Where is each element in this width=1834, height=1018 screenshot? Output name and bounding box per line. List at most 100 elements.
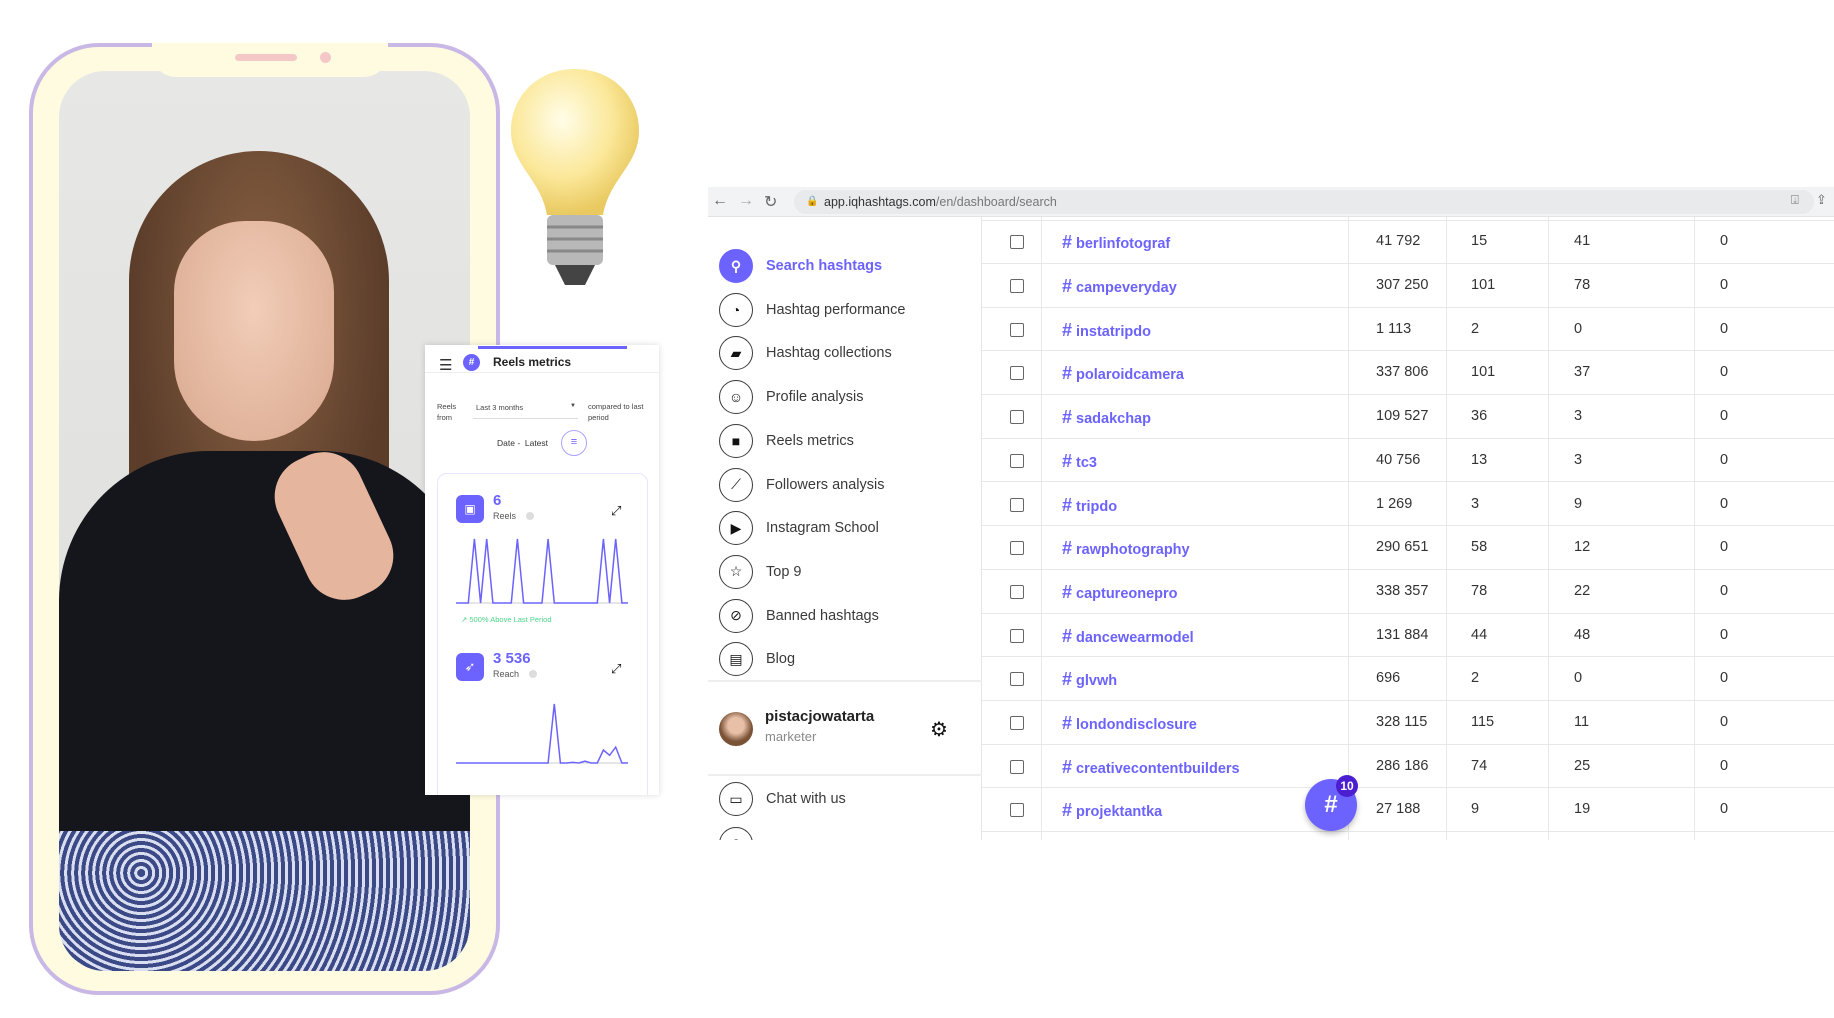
info-icon[interactable]: [529, 670, 537, 678]
table-cell: 0: [1574, 670, 1583, 687]
hashtag-link[interactable]: # dancewearmodel: [1062, 626, 1194, 647]
sidebar-item-top-9[interactable]: ☆ Top 9: [719, 554, 801, 589]
chat-with-us-button[interactable]: ▭ Chat with us: [719, 782, 846, 816]
sidebar-item-blog[interactable]: ▤ Blog: [719, 642, 795, 677]
reels-from-label: Reels from: [437, 402, 457, 422]
hashtag-name: sadakchap: [1076, 411, 1151, 428]
sidebar-item-reels-metrics[interactable]: ■ Reels metrics: [719, 423, 854, 458]
hashtag-icon: #: [1062, 276, 1073, 296]
table-cell: 696: [1376, 670, 1401, 687]
sidebar-item-label: Profile analysis: [766, 389, 864, 406]
progress-bar: [478, 346, 627, 349]
hashtag-icon: #: [1062, 713, 1073, 733]
hashtag-link[interactable]: # sadakchap: [1062, 407, 1151, 428]
table-row: # campeveryday 307 250 101 78 0: [982, 264, 1834, 308]
table-cell: 338 357: [1376, 582, 1429, 599]
row-checkbox[interactable]: [1010, 716, 1024, 730]
hashtag-name: londondisclosure: [1076, 717, 1197, 733]
help-item[interactable]: ?: [719, 827, 753, 840]
hashtag-link[interactable]: # captureonepro: [1062, 582, 1178, 603]
info-icon[interactable]: [526, 512, 534, 520]
table-cell: 15: [1471, 233, 1488, 250]
expand-icon[interactable]: ⤢: [611, 661, 621, 677]
hashtag-name: creativecontentbuilders: [1076, 760, 1240, 777]
reload-icon[interactable]: ↻: [764, 192, 777, 212]
table-cell: 78: [1574, 277, 1591, 293]
hashtag-link[interactable]: # tripdo: [1062, 495, 1117, 516]
user-role: marketer: [765, 729, 817, 744]
table-cell: 0: [1720, 320, 1729, 337]
sort-label: Date - Latest: [497, 438, 549, 448]
hashtag-name: glvwh: [1076, 673, 1118, 690]
table-row: # rawphotography 290 651 58 12 0: [982, 526, 1834, 570]
gear-icon[interactable]: ⚙: [930, 717, 948, 742]
chat-label: Chat with us: [766, 791, 846, 807]
row-checkbox[interactable]: [1010, 541, 1024, 556]
hashtag-link[interactable]: # londondisclosure: [1062, 713, 1197, 734]
table-cell: 3: [1471, 495, 1480, 512]
forward-arrow-icon[interactable]: →: [738, 192, 754, 210]
star-icon: ☆: [719, 554, 753, 589]
row-checkbox[interactable]: [1010, 322, 1024, 337]
reach-label: Reach: [493, 669, 520, 679]
hashtag-name: dancewearmodel: [1076, 629, 1194, 646]
hashtag-link[interactable]: # instatripdo: [1062, 320, 1151, 341]
browser-window: ← → ↻ 🔒 app.iqhashtags.com/en/dashboard/…: [708, 187, 1834, 840]
table-cell: 328 115: [1376, 714, 1428, 730]
sort-filter-button[interactable]: ≡: [561, 430, 587, 456]
avatar[interactable]: [719, 712, 753, 746]
row-checkbox[interactable]: [1010, 628, 1024, 643]
hashtag-link[interactable]: # projektantka: [1062, 800, 1162, 821]
period-select[interactable]: Last 3 months ▼: [473, 403, 578, 419]
sidebar-item-profile-analysis[interactable]: ☺ Profile analysis: [719, 380, 864, 415]
sidebar-item-followers-analysis[interactable]: ⟋ Followers analysis: [719, 467, 884, 502]
light-bulb-icon: [511, 69, 639, 285]
sidebar-item-search-hashtags[interactable]: ⚲ Search hashtags: [719, 249, 882, 283]
sidebar-item-banned-hashtags[interactable]: ⊘ Banned hashtags: [719, 598, 879, 633]
reels-label: Reels: [493, 511, 517, 521]
sidebar-item-hashtag-collections[interactable]: ▰ Hashtag collections: [719, 336, 892, 371]
hashtag-link[interactable]: # campeveryday: [1062, 276, 1177, 297]
hashtag-link[interactable]: # tc3: [1062, 451, 1097, 472]
count-badge: 10: [1336, 775, 1358, 797]
sidebar-item-hashtag-performance[interactable]: ◔ Hashtag performance: [719, 292, 905, 327]
hashtag-table: # berlinfotograf 41 792 15 41 0 # campeveryday…: [982, 217, 1834, 840]
hashtag-icon: #: [1062, 800, 1073, 821]
hashtag-name: tc3: [1076, 454, 1097, 471]
row-checkbox[interactable]: [1010, 366, 1024, 381]
table-cell: 74: [1471, 757, 1488, 774]
reach-chart-line: [456, 703, 628, 764]
row-checkbox[interactable]: [1010, 235, 1024, 250]
row-checkbox[interactable]: [1010, 672, 1024, 687]
gauge-icon: ◔: [719, 292, 753, 327]
hashtag-link[interactable]: # polaroidcamera: [1062, 363, 1184, 384]
row-checkbox[interactable]: [1010, 759, 1024, 774]
row-checkbox[interactable]: [1010, 410, 1024, 425]
expand-icon[interactable]: ⤢: [611, 503, 621, 519]
hashtag-link[interactable]: # glvwh: [1062, 669, 1117, 690]
table-cell: 58: [1471, 539, 1488, 556]
hashtag-icon: #: [1062, 625, 1073, 646]
table-row: # dancewearmodel 131 884 44 48 0: [982, 614, 1834, 658]
row-checkbox[interactable]: [1010, 803, 1024, 818]
table-cell: 0: [1720, 757, 1729, 774]
row-checkbox[interactable]: [1010, 584, 1024, 599]
reels-count: 6: [493, 492, 502, 509]
table-cell: 1 113: [1376, 320, 1412, 337]
hashtag-link[interactable]: # creativecontentbuilders: [1062, 757, 1240, 778]
hashtag-name: polaroidcamera: [1076, 367, 1185, 384]
divider: [708, 680, 982, 682]
row-checkbox[interactable]: [1010, 453, 1024, 468]
clapperboard-icon: ▣: [456, 495, 484, 523]
reach-chart: [456, 703, 628, 764]
table-cell: 0: [1720, 277, 1729, 293]
row-checkbox[interactable]: [1010, 279, 1024, 293]
hashtag-link[interactable]: # berlinfotograf: [1062, 232, 1170, 253]
row-checkbox[interactable]: [1010, 497, 1024, 512]
trend-icon: ⟋: [719, 467, 753, 502]
table-cell: 0: [1720, 714, 1729, 730]
table-row: # tc3 40 756 13 3 0: [982, 439, 1834, 483]
back-arrow-icon[interactable]: ←: [712, 192, 728, 210]
hashtag-link[interactable]: # rawphotography: [1062, 538, 1190, 559]
sidebar-item-instagram-school[interactable]: ▶ Instagram School: [719, 511, 879, 546]
